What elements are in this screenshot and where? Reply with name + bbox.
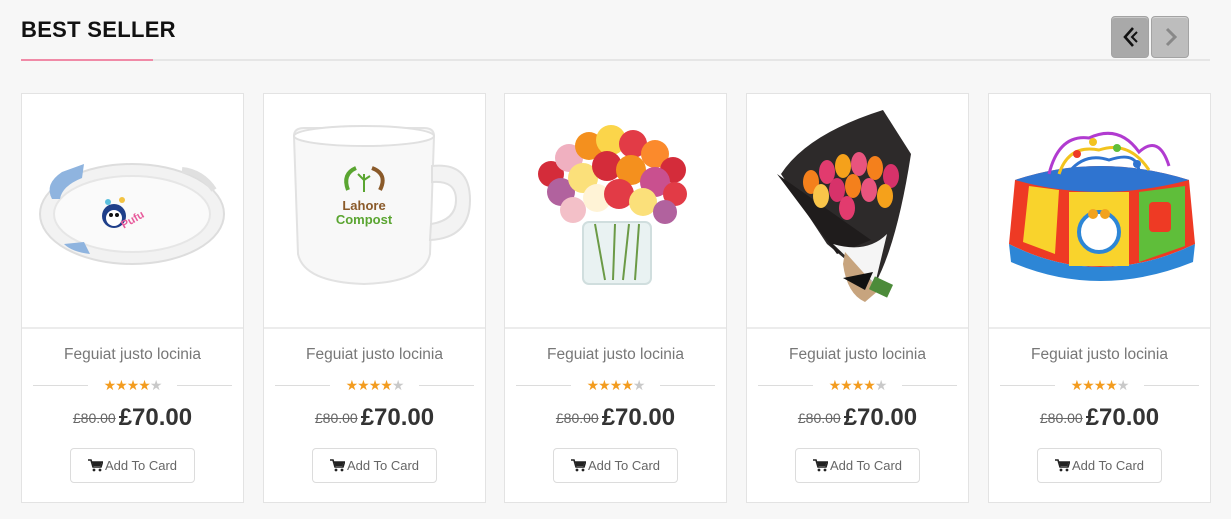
svg-text:Lahore: Lahore: [342, 198, 385, 213]
rating-divider-right: [902, 385, 957, 386]
shopping-cart-icon: [1054, 459, 1070, 472]
star-filled-icon: ★: [1082, 377, 1095, 393]
product-image[interactable]: Lahore Compost: [264, 94, 485, 329]
product-image[interactable]: [989, 94, 1210, 329]
product-rating: ★★★★★: [1000, 376, 1199, 394]
shopping-cart-icon: [570, 459, 586, 472]
product-card[interactable]: Feguiat justo locinia ★★★★★ £80.00 £70.00 A…: [504, 93, 727, 503]
new-price: £70.00: [601, 404, 676, 431]
add-to-cart-button[interactable]: Add To Card: [1037, 448, 1162, 483]
tulip-bouquet-image: [777, 110, 911, 302]
product-card[interactable]: Feguiat justo locinia ★★★★★ £80.00 £70.00 A…: [746, 93, 969, 503]
carousel-prev-button[interactable]: [1111, 16, 1149, 58]
star-filled-icon: ★: [828, 377, 842, 393]
product-card[interactable]: Lahore Compost Feguiat justo locinia ★★★★…: [263, 93, 486, 503]
product-image[interactable]: [505, 94, 726, 329]
new-price: £70.00: [360, 404, 435, 431]
product-name[interactable]: Feguiat justo locinia: [505, 346, 726, 364]
old-price: £80.00: [72, 410, 116, 426]
product-rating: ★★★★★: [516, 376, 715, 394]
star-filled-icon: ★: [103, 377, 117, 393]
rating-divider-right: [660, 385, 715, 386]
star-filled-icon: ★: [609, 377, 623, 393]
price-row: £80.00 £70.00: [989, 404, 1210, 432]
shopping-cart-icon: [329, 459, 345, 472]
section-title: BEST SELLER: [21, 17, 176, 42]
star-filled-icon: ★: [840, 377, 853, 393]
star-empty-icon: ★: [391, 377, 405, 393]
new-price: £70.00: [1085, 404, 1160, 431]
star-filled-icon: ★: [138, 377, 151, 393]
product-card[interactable]: Pufu Feguiat justo locinia ★★★★★ £80.00 £70…: [21, 93, 244, 503]
star-filled-icon: ★: [380, 377, 393, 393]
add-to-cart-label: Add To Card: [346, 458, 420, 473]
star-filled-icon: ★: [598, 377, 611, 393]
star-filled-icon: ★: [586, 377, 600, 393]
star-empty-icon: ★: [1116, 377, 1130, 393]
add-to-cart-button[interactable]: Add To Card: [795, 448, 920, 483]
star-empty-icon: ★: [149, 377, 163, 393]
title-accent-underline: [21, 59, 153, 61]
product-image[interactable]: [747, 94, 968, 329]
product-name[interactable]: Feguiat justo locinia: [747, 346, 968, 364]
price-row: £80.00 £70.00: [22, 404, 243, 432]
old-price: £80.00: [1039, 410, 1083, 426]
rating-divider-right: [419, 385, 474, 386]
star-filled-icon: ★: [1105, 377, 1118, 393]
old-price: £80.00: [314, 410, 358, 426]
star-filled-icon: ★: [368, 377, 382, 393]
product-card[interactable]: Feguiat justo locinia ★★★★★ £80.00 £70.00 A…: [988, 93, 1211, 503]
star-filled-icon: ★: [115, 377, 128, 393]
shopping-cart-icon: [87, 459, 103, 472]
section-header: BEST SELLER: [21, 0, 1210, 61]
chevron-left-icon: [1123, 27, 1138, 47]
star-filled-icon: ★: [863, 377, 876, 393]
add-to-cart-button[interactable]: Add To Card: [312, 448, 437, 483]
add-to-cart-label: Add To Card: [1071, 458, 1145, 473]
star-filled-icon: ★: [1070, 377, 1084, 393]
shopping-cart-icon: [812, 459, 828, 472]
product-name[interactable]: Feguiat justo locinia: [22, 346, 243, 364]
rose-vase-image: [538, 125, 687, 285]
white-mug-image: Lahore Compost: [292, 125, 472, 286]
add-to-cart-label: Add To Card: [829, 458, 903, 473]
carousel-next-button[interactable]: [1151, 16, 1189, 58]
star-empty-icon: ★: [632, 377, 646, 393]
new-price: £70.00: [843, 404, 918, 431]
rating-divider-right: [1144, 385, 1199, 386]
product-image[interactable]: Pufu: [22, 94, 243, 329]
add-to-cart-button[interactable]: Add To Card: [70, 448, 195, 483]
price-row: £80.00 £70.00: [264, 404, 485, 432]
old-price: £80.00: [555, 410, 599, 426]
chevron-right-icon: [1165, 27, 1178, 47]
product-rating: ★★★★★: [758, 376, 957, 394]
star-filled-icon: ★: [621, 377, 634, 393]
star-empty-icon: ★: [874, 377, 888, 393]
star-filled-icon: ★: [126, 377, 140, 393]
price-row: £80.00 £70.00: [747, 404, 968, 432]
baby-bathtub-image: Pufu: [39, 163, 225, 265]
star-filled-icon: ★: [851, 377, 865, 393]
product-name[interactable]: Feguiat justo locinia: [264, 346, 485, 364]
product-rating: ★★★★★: [275, 376, 474, 394]
product-name[interactable]: Feguiat justo locinia: [989, 346, 1210, 364]
old-price: £80.00: [797, 410, 841, 426]
activity-toy-image: [1009, 131, 1195, 281]
star-filled-icon: ★: [345, 377, 359, 393]
product-rating: ★★★★★: [33, 376, 232, 394]
star-filled-icon: ★: [357, 377, 370, 393]
price-row: £80.00 £70.00: [505, 404, 726, 432]
add-to-cart-label: Add To Card: [587, 458, 661, 473]
add-to-cart-button[interactable]: Add To Card: [553, 448, 678, 483]
new-price: £70.00: [118, 404, 193, 431]
svg-text:Compost: Compost: [336, 212, 393, 227]
add-to-cart-label: Add To Card: [104, 458, 178, 473]
star-filled-icon: ★: [1093, 377, 1107, 393]
rating-divider-right: [177, 385, 232, 386]
